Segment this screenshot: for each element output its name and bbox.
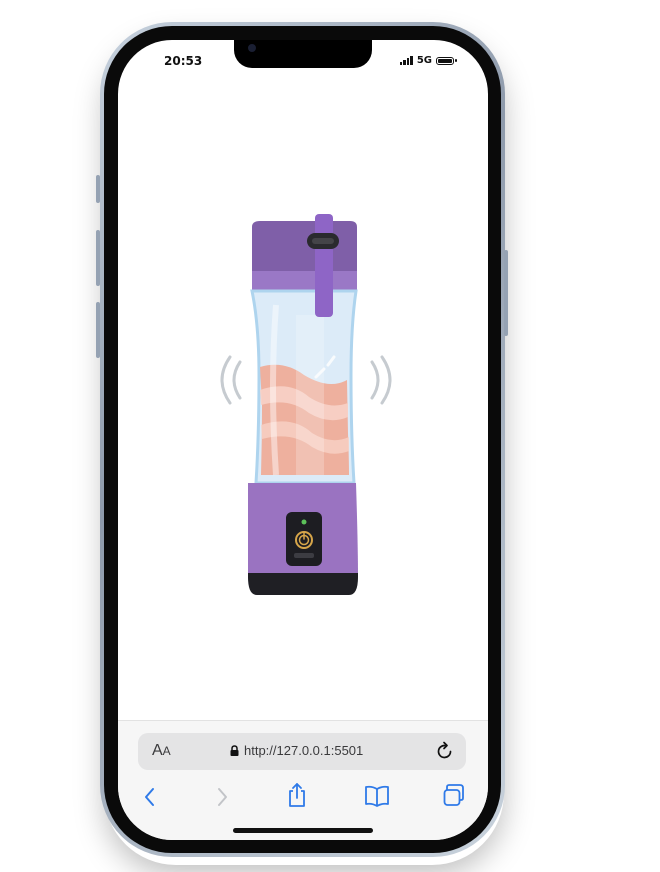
url-display[interactable]: http://127.0.0.1:5501 [230,743,363,758]
signal-icon [399,56,413,65]
power-light [301,519,307,525]
home-indicator [233,828,373,833]
phone-screen: 20:53 5G AA http://127.0.0.1:5501 [118,40,488,840]
vibration-right-icon [370,355,392,405]
status-time: 20:53 [164,54,203,68]
lock-icon [230,745,239,756]
power-button [504,250,508,336]
volume-down-button [96,302,100,358]
network-type: 5G [416,55,432,66]
url-text: http://127.0.0.1:5501 [244,743,364,758]
blender-lid-band [252,271,357,291]
front-camera-icon [248,44,256,52]
tabs-icon[interactable] [442,783,466,807]
blender-illustration [220,214,392,595]
status-indicators: 5G [399,55,457,66]
vibration-left-icon [220,355,242,405]
share-icon[interactable] [286,782,308,808]
text-size-button[interactable]: AA [152,742,171,760]
chevron-left-icon[interactable] [142,785,158,809]
volume-up-button [96,230,100,286]
reload-icon[interactable] [436,741,454,760]
address-bar[interactable]: AA http://127.0.0.1:5501 [138,733,466,770]
blender-strap [315,214,333,317]
chevron-right-icon[interactable] [214,785,230,809]
browser-bottom-bar: AA http://127.0.0.1:5501 [118,720,488,840]
browser-toolbar [118,782,488,815]
notch [234,40,372,68]
silent-switch [96,175,100,203]
battery-icon [436,56,457,65]
charging-port [294,553,314,558]
book-icon[interactable] [364,784,390,808]
